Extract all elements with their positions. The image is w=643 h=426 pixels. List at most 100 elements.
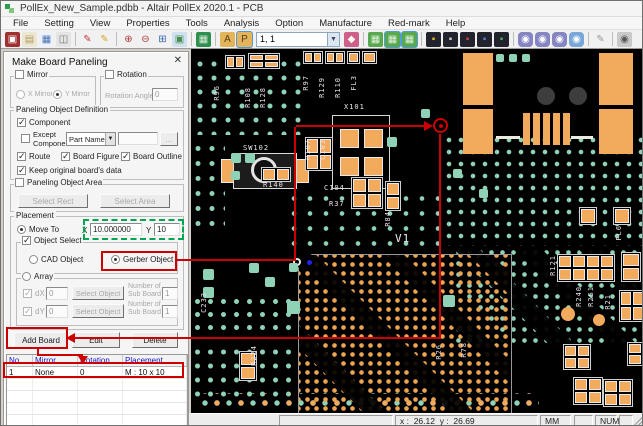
menu-item-red-mark[interactable]: Red-mark bbox=[380, 18, 438, 29]
table-row-empty[interactable] bbox=[7, 379, 187, 391]
pcb-component[interactable] bbox=[351, 177, 383, 209]
browse-button[interactable]: ... bbox=[160, 132, 178, 146]
menu-item-help[interactable]: Help bbox=[438, 18, 474, 29]
close-icon[interactable]: ✕ bbox=[174, 55, 182, 66]
except-component-checkbox[interactable] bbox=[20, 134, 31, 143]
dark-tool-5-icon[interactable]: ▪ bbox=[494, 32, 509, 47]
menu-item-view[interactable]: View bbox=[82, 18, 118, 29]
pcb-component[interactable] bbox=[627, 342, 643, 366]
menu-item-manufacture[interactable]: Manufacture bbox=[311, 18, 380, 29]
pcb-component[interactable] bbox=[362, 51, 377, 64]
table-row-empty[interactable] bbox=[7, 403, 187, 415]
pcb-component[interactable] bbox=[325, 51, 345, 64]
table-row-empty[interactable] bbox=[7, 391, 187, 403]
board-green-3-icon[interactable]: ▦ bbox=[402, 32, 417, 47]
sim-tool-4-icon[interactable]: ◉ bbox=[569, 32, 584, 47]
dx-checkbox[interactable]: ✓dX bbox=[22, 289, 46, 298]
pcb-component[interactable] bbox=[347, 51, 360, 64]
layer-a-icon[interactable]: A bbox=[220, 32, 235, 47]
board-green-2-icon[interactable]: ▦ bbox=[385, 32, 400, 47]
dark-tool-4-icon[interactable]: ▪ bbox=[477, 32, 492, 47]
x-mirror-radio[interactable]: X Mirror bbox=[15, 90, 54, 99]
pcb-component[interactable] bbox=[225, 55, 245, 69]
pcb-component[interactable] bbox=[385, 181, 401, 211]
select-rect-button[interactable]: Select Rect bbox=[18, 194, 88, 208]
print-icon[interactable]: ◫ bbox=[56, 32, 71, 47]
highlight-pen-icon[interactable]: ✎ bbox=[97, 32, 112, 47]
dx-number-input[interactable] bbox=[162, 287, 178, 300]
pcb-component[interactable] bbox=[303, 51, 323, 64]
dx-input[interactable] bbox=[46, 287, 68, 300]
except-value-input[interactable] bbox=[118, 132, 158, 145]
pcb-component[interactable] bbox=[248, 53, 280, 69]
menu-item-option[interactable]: Option bbox=[267, 18, 311, 29]
select-area-button[interactable]: Select Area bbox=[100, 194, 170, 208]
pcb-canvas[interactable]: R96R108R128R97R129R110FL3SW102X101R107C1… bbox=[191, 49, 643, 413]
pcb-component[interactable] bbox=[619, 290, 643, 322]
board-view-icon[interactable]: ▦ bbox=[196, 32, 211, 47]
table-row-empty[interactable] bbox=[7, 415, 187, 426]
array-radio[interactable]: Array bbox=[21, 272, 54, 281]
move-to-radio[interactable]: Move To bbox=[16, 225, 60, 234]
camera-icon[interactable]: ◉ bbox=[617, 32, 632, 47]
keep-original-checkbox[interactable]: ✓Keep original board's data bbox=[16, 166, 123, 175]
pcb-component-v1-bga[interactable] bbox=[298, 254, 512, 413]
rotation-angle-input[interactable] bbox=[152, 88, 178, 101]
dx-select-object-button[interactable]: Select Object bbox=[72, 286, 124, 300]
board-outline-checkbox[interactable]: ✓Board Outline bbox=[120, 152, 183, 161]
app-home-icon[interactable]: ▣ bbox=[5, 32, 20, 47]
menu-item-properties[interactable]: Properties bbox=[118, 18, 177, 29]
zoom-window-icon[interactable]: ⊞ bbox=[155, 32, 170, 47]
zoom-fit-icon[interactable]: ▣ bbox=[172, 32, 187, 47]
board-green-1-icon[interactable]: ▦ bbox=[368, 32, 383, 47]
board-figure-checkbox[interactable]: ✓Board Figure bbox=[60, 152, 120, 161]
component-checkbox[interactable]: ✓Component bbox=[16, 118, 71, 127]
menu-item-setting[interactable]: Setting bbox=[36, 18, 82, 29]
redline-pen-icon[interactable]: ✎ bbox=[80, 32, 95, 47]
pcb-component[interactable] bbox=[603, 379, 633, 407]
pcb-component[interactable] bbox=[621, 252, 641, 282]
pcb-component[interactable] bbox=[579, 207, 597, 225]
color-flag-icon[interactable]: ◆ bbox=[344, 32, 359, 47]
pad bbox=[605, 381, 617, 392]
sim-tool-3-icon[interactable]: ◉ bbox=[552, 32, 567, 47]
cad-object-radio[interactable]: CAD Object bbox=[28, 255, 84, 264]
dy-input[interactable] bbox=[46, 305, 68, 318]
sim-tool-2-icon[interactable]: ◉ bbox=[535, 32, 550, 47]
sim-tool-1-icon[interactable]: ◉ bbox=[518, 32, 533, 47]
route-checkbox[interactable]: ✓Route bbox=[16, 152, 51, 161]
part-name-combo[interactable]: Part Name▼ bbox=[66, 132, 116, 146]
menu-item-analysis[interactable]: Analysis bbox=[216, 18, 267, 29]
menu-item-tools[interactable]: Tools bbox=[178, 18, 216, 29]
silkscreen-label-r240: R240 bbox=[576, 286, 583, 307]
view-scale-combo[interactable]: 1, 1 ▼ bbox=[256, 32, 340, 47]
resize-grip[interactable] bbox=[633, 416, 643, 426]
combo-arrow-icon[interactable]: ▼ bbox=[105, 133, 115, 145]
dy-checkbox[interactable]: ✓dY bbox=[22, 307, 46, 316]
combo-dropdown-icon[interactable]: ▼ bbox=[327, 33, 339, 46]
open-file-icon[interactable]: ▤ bbox=[22, 32, 37, 47]
zoom-in-icon[interactable]: ⊕ bbox=[121, 32, 136, 47]
mirror-checkbox[interactable]: Mirror bbox=[14, 70, 49, 79]
pcb-component[interactable] bbox=[573, 377, 603, 405]
paneling-object-area-checkbox[interactable]: Paneling Object Area bbox=[14, 178, 103, 187]
layer-p-icon[interactable]: P bbox=[237, 32, 252, 47]
dy-number-input[interactable] bbox=[162, 305, 178, 318]
edit-button[interactable]: Edit bbox=[72, 332, 120, 348]
brush-icon[interactable]: ✎ bbox=[593, 32, 608, 47]
rotation-checkbox[interactable]: Rotation bbox=[104, 70, 148, 79]
pcb-component[interactable] bbox=[261, 167, 291, 182]
object-select-checkbox[interactable]: ✓Object Select bbox=[21, 236, 83, 245]
pcb-component[interactable] bbox=[563, 344, 591, 370]
menu-item-file[interactable]: File bbox=[5, 18, 36, 29]
delete-button[interactable]: Delete bbox=[132, 332, 178, 348]
dark-tool-1-icon[interactable]: ▪ bbox=[426, 32, 441, 47]
pcb-component[interactable] bbox=[613, 207, 631, 225]
zoom-out-icon[interactable]: ⊖ bbox=[138, 32, 153, 47]
dark-tool-2-icon[interactable]: ▪ bbox=[443, 32, 458, 47]
dark-tool-3-icon[interactable]: ▪ bbox=[460, 32, 475, 47]
save-file-icon[interactable]: ▦ bbox=[39, 32, 54, 47]
y-mirror-radio[interactable]: Y Mirror bbox=[52, 90, 91, 99]
dy-select-object-button[interactable]: Select Object bbox=[72, 304, 124, 318]
pcb-component[interactable] bbox=[557, 254, 615, 282]
